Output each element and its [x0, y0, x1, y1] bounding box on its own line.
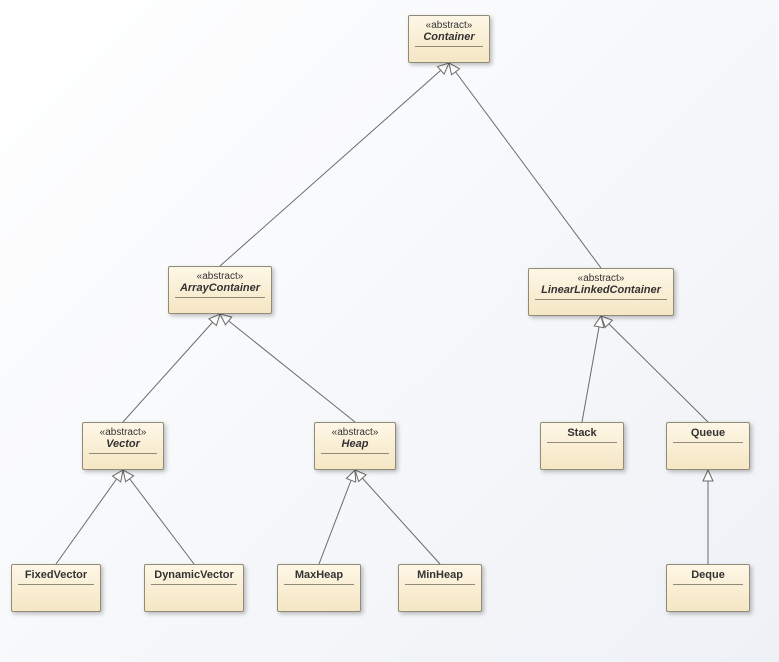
class-separator: [151, 584, 237, 585]
stereotype-label: «abstract»: [197, 271, 244, 282]
class-heap[interactable]: «abstract» Heap: [314, 422, 396, 470]
class-max-heap[interactable]: MaxHeap: [277, 564, 361, 612]
class-title: Stack: [567, 427, 596, 439]
class-container[interactable]: «abstract» Container: [408, 15, 490, 63]
generalization-edge: [582, 316, 601, 422]
class-separator: [415, 46, 483, 47]
stereotype-label: «abstract»: [332, 427, 379, 438]
class-title: Heap: [342, 438, 369, 450]
class-queue[interactable]: Queue: [666, 422, 750, 470]
class-title: Queue: [691, 427, 725, 439]
generalization-edge: [601, 316, 708, 422]
generalization-edge: [123, 314, 220, 422]
diagram-canvas: «abstract» Container «abstract» ArrayCon…: [0, 0, 779, 662]
class-dynamic-vector[interactable]: DynamicVector: [144, 564, 244, 612]
class-separator: [321, 453, 389, 454]
stereotype-label: «abstract»: [100, 427, 147, 438]
class-min-heap[interactable]: MinHeap: [398, 564, 482, 612]
class-separator: [673, 584, 743, 585]
class-title: MaxHeap: [295, 569, 343, 581]
class-separator: [18, 584, 94, 585]
class-title: DynamicVector: [154, 569, 233, 581]
class-linear-linked-container[interactable]: «abstract» LinearLinkedContainer: [528, 268, 674, 316]
stereotype-label: «abstract»: [578, 273, 625, 284]
class-separator: [673, 442, 743, 443]
class-separator: [175, 297, 265, 298]
class-separator: [405, 584, 475, 585]
generalization-edge: [220, 63, 449, 266]
class-separator: [89, 453, 157, 454]
class-vector[interactable]: «abstract» Vector: [82, 422, 164, 470]
class-array-container[interactable]: «abstract» ArrayContainer: [168, 266, 272, 314]
class-title: Container: [423, 31, 474, 43]
class-separator: [535, 299, 667, 300]
class-title: FixedVector: [25, 569, 87, 581]
class-title: LinearLinkedContainer: [541, 284, 661, 296]
class-separator: [547, 442, 617, 443]
generalization-edge: [123, 470, 194, 564]
class-deque[interactable]: Deque: [666, 564, 750, 612]
generalization-edge: [449, 63, 601, 268]
class-title: MinHeap: [417, 569, 463, 581]
generalization-edge: [220, 314, 355, 422]
class-title: ArrayContainer: [180, 282, 260, 294]
generalization-edge: [56, 470, 123, 564]
class-fixed-vector[interactable]: FixedVector: [11, 564, 101, 612]
class-stack[interactable]: Stack: [540, 422, 624, 470]
class-title: Vector: [106, 438, 140, 450]
class-separator: [284, 584, 354, 585]
class-title: Deque: [691, 569, 725, 581]
stereotype-label: «abstract»: [426, 20, 473, 31]
generalization-edge: [319, 470, 355, 564]
edges-layer: [0, 0, 779, 662]
generalization-edge: [355, 470, 440, 564]
